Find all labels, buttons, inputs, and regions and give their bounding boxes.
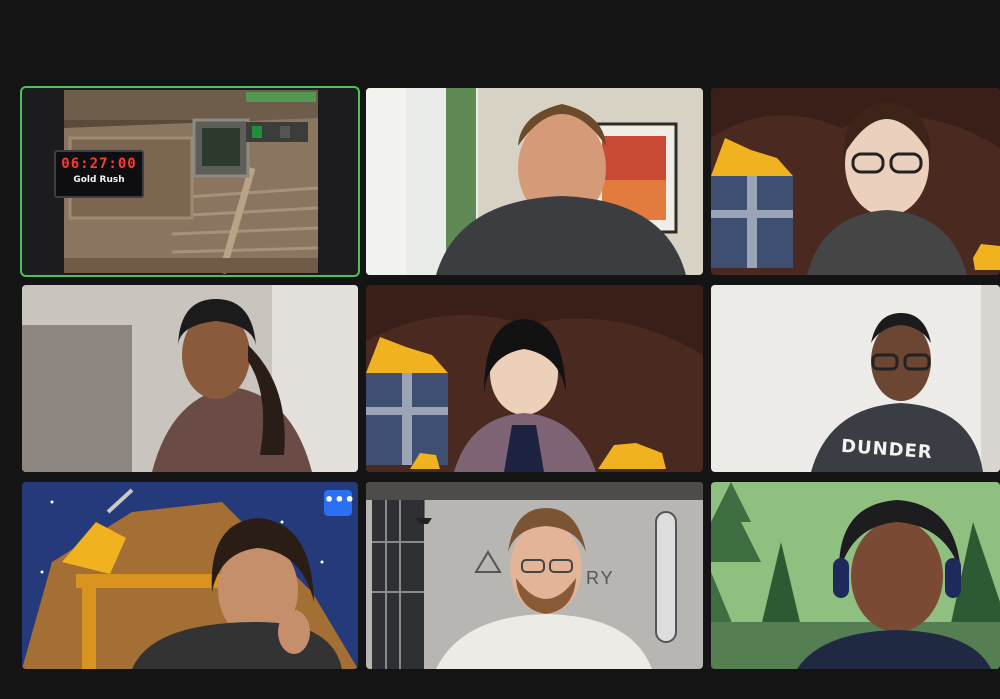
ellipsis-icon: ••• (324, 490, 355, 509)
game-timer-screen: 06:27:00 Gold Rush (54, 150, 144, 198)
participant-9-video (711, 482, 1000, 669)
video-tile-participant-8[interactable]: RY (366, 482, 703, 669)
game-title: Gold Rush (73, 175, 125, 185)
participant-4-video (22, 285, 358, 472)
video-tile-participant-9[interactable] (711, 482, 1000, 669)
participant-7-video (22, 482, 358, 669)
countdown-timer: 06:27:00 (61, 156, 137, 172)
tile-options-button[interactable]: ••• (324, 490, 355, 516)
video-tile-participant-2[interactable] (366, 88, 703, 275)
video-tile-participant-7[interactable]: ••• (22, 482, 358, 669)
video-tile-participant-3[interactable] (711, 88, 1000, 275)
participant-5-video (366, 285, 703, 472)
video-gallery: 06:27:00 Gold Rush DUNDER ••• RY (0, 0, 1000, 699)
lock-icon (252, 126, 262, 138)
video-tile-game-camera[interactable]: 06:27:00 Gold Rush (20, 86, 360, 277)
wall-sign-text: RY (586, 568, 615, 588)
video-tile-participant-4[interactable] (22, 285, 358, 472)
participant-3-video (711, 88, 1000, 275)
participant-8-video (366, 482, 703, 669)
participant-2-video (366, 88, 703, 275)
video-tile-participant-5[interactable] (366, 285, 703, 472)
video-tile-participant-6[interactable]: DUNDER (711, 285, 1000, 472)
